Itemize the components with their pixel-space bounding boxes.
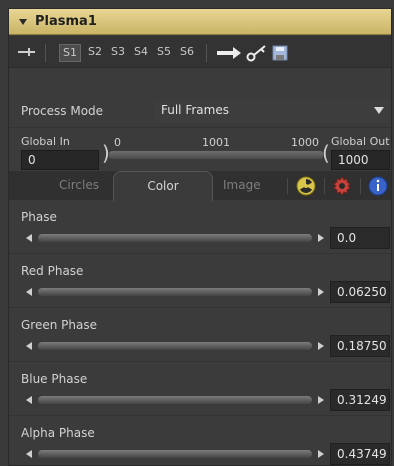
red-phase-value-field[interactable]: 0.06250: [330, 281, 390, 303]
slot-s5-button[interactable]: S5: [154, 44, 174, 62]
decrement-arrow-icon[interactable]: [26, 450, 32, 458]
green-phase-value-field[interactable]: 0.18750: [330, 335, 390, 357]
process-mode-value: Full Frames: [161, 103, 229, 117]
tab-separator: [324, 178, 325, 194]
panel-header[interactable]: Plasma1: [9, 9, 391, 35]
slider-track[interactable]: [38, 288, 312, 296]
tab-separator: [287, 178, 288, 194]
toolbar-separator: [45, 44, 46, 62]
panel-title: Plasma1: [35, 14, 97, 29]
alpha-phase-label: Alpha Phase: [21, 426, 95, 440]
red-phase-slider[interactable]: [26, 287, 324, 297]
tool-panel: Plasma1 S1 S2 S3 S4 S5 S6 Process Mode F…: [8, 8, 392, 466]
global-out-label: Global Out: [331, 135, 390, 148]
slot-s3-button[interactable]: S3: [108, 44, 128, 62]
chevron-down-icon[interactable]: [374, 107, 384, 114]
slider-track[interactable]: [38, 234, 312, 242]
increment-arrow-icon[interactable]: [318, 450, 324, 458]
slot-s2-button[interactable]: S2: [85, 44, 105, 62]
tab-image[interactable]: Image: [223, 178, 261, 192]
decrement-arrow-icon[interactable]: [26, 342, 32, 350]
increment-arrow-icon[interactable]: [318, 396, 324, 404]
range-slider-track[interactable]: [109, 151, 323, 159]
tab-color[interactable]: Color: [113, 171, 213, 201]
pin-icon[interactable]: [17, 46, 37, 58]
slot-s6-button[interactable]: S6: [177, 44, 197, 62]
save-icon[interactable]: [271, 44, 289, 62]
blue-phase-value-field[interactable]: 0.31249: [330, 389, 390, 411]
info-icon[interactable]: [368, 176, 388, 196]
arrow-right-icon[interactable]: [215, 44, 243, 62]
toolbar-separator: [206, 44, 207, 62]
collapse-triangle-icon[interactable]: [19, 19, 27, 25]
blue-phase-label: Blue Phase: [21, 372, 88, 386]
green-phase-label: Green Phase: [21, 318, 97, 332]
slider-track[interactable]: [38, 396, 312, 404]
slider-track[interactable]: [38, 450, 312, 458]
tab-circles[interactable]: Circles: [59, 178, 99, 192]
toolbar: S1 S2 S3 S4 S5 S6: [9, 36, 391, 68]
section-divider: [9, 253, 391, 254]
red-phase-label: Red Phase: [21, 264, 84, 278]
slot-s4-button[interactable]: S4: [131, 44, 151, 62]
slider-track[interactable]: [38, 342, 312, 350]
tab-separator: [360, 178, 361, 194]
decrement-arrow-icon[interactable]: [26, 396, 32, 404]
section-divider: [9, 361, 391, 362]
increment-arrow-icon[interactable]: [318, 234, 324, 242]
alpha-phase-value-field[interactable]: 0.43749: [330, 443, 390, 465]
phase-slider[interactable]: [26, 233, 324, 243]
green-phase-slider[interactable]: [26, 341, 324, 351]
section-divider: [9, 127, 391, 128]
section-divider: [9, 307, 391, 308]
global-in-label: Global In: [21, 135, 70, 148]
process-mode-label: Process Mode: [21, 104, 104, 118]
global-out-field[interactable]: 1000: [331, 150, 390, 170]
range-start-value: 0: [114, 136, 121, 149]
phase-label: Phase: [21, 210, 57, 224]
increment-arrow-icon[interactable]: [318, 342, 324, 350]
range-middle-value: 1001: [202, 136, 230, 149]
decrement-arrow-icon[interactable]: [26, 288, 32, 296]
key-icon[interactable]: [245, 44, 269, 62]
blue-phase-slider[interactable]: [26, 395, 324, 405]
phase-value-field[interactable]: 0.0: [330, 227, 390, 249]
decrement-arrow-icon[interactable]: [26, 234, 32, 242]
slot-s1-button[interactable]: S1: [59, 44, 81, 62]
section-divider: [9, 415, 391, 416]
alpha-phase-slider[interactable]: [26, 449, 324, 459]
gear-icon[interactable]: [332, 176, 352, 196]
radioactive-icon[interactable]: [296, 176, 316, 196]
increment-arrow-icon[interactable]: [318, 288, 324, 296]
range-end-value: 1000: [291, 136, 319, 149]
process-mode-dropdown[interactable]: Full Frames: [154, 99, 390, 123]
range-end-handle[interactable]: (: [322, 143, 332, 163]
control-tabs: Circles Color Image: [9, 171, 391, 201]
global-in-field[interactable]: 0: [21, 150, 99, 170]
